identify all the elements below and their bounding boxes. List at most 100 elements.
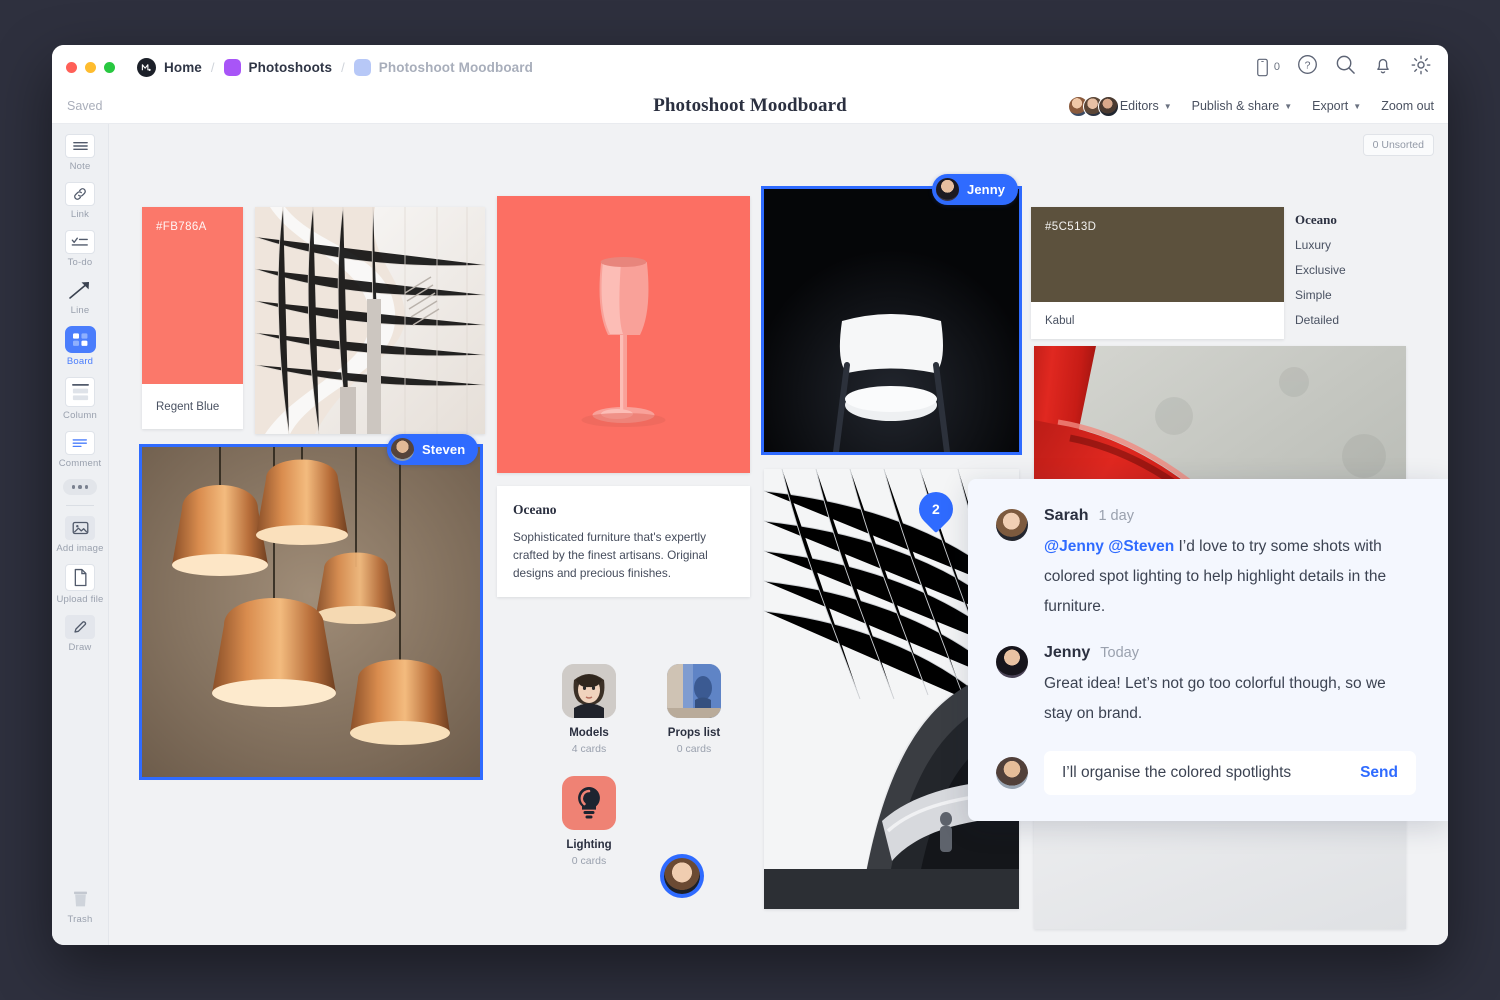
settings-gear-icon[interactable]	[1410, 54, 1432, 81]
publish-share-menu[interactable]: Publish & share ▼	[1192, 99, 1292, 113]
color-swatch-card-right[interactable]: #5C513D Kabul	[1031, 207, 1284, 339]
board-toolbar: Saved Photoshoot Moodboard Editors ▼ Pub…	[52, 89, 1448, 124]
maximize-window-button[interactable]	[104, 62, 115, 73]
sarah-avatar	[664, 858, 700, 894]
presence-pill-steven[interactable]: Steven	[387, 434, 478, 465]
todo-icon	[65, 230, 95, 254]
note-card-oceano[interactable]: Oceano Sophisticated furniture that's ex…	[497, 486, 750, 597]
tool-label: Draw	[69, 642, 92, 653]
breadcrumb-item-moodboard[interactable]: Photoshoot Moodboard	[354, 59, 533, 76]
purple-swatch-icon	[224, 59, 241, 76]
tool-comment[interactable]: Comment	[52, 431, 108, 469]
folder-props-list[interactable]: Props list 0 cards	[644, 664, 744, 755]
window-controls[interactable]	[66, 62, 115, 73]
folder-name: Models	[539, 727, 639, 739]
cursor-avatar-sarah[interactable]	[660, 854, 704, 898]
breadcrumb-item-photoshoots[interactable]: Photoshoots	[224, 59, 333, 76]
sarah-avatar	[996, 509, 1028, 541]
export-label: Export	[1312, 99, 1348, 113]
comment-item: Jenny Today Great idea! Let’s not go too…	[996, 644, 1416, 729]
folder-count: 0 cards	[539, 855, 639, 867]
folder-count: 4 cards	[539, 743, 639, 755]
breadcrumb-item-home[interactable]: Home	[137, 58, 202, 77]
folder-lighting[interactable]: Lighting 0 cards	[539, 776, 639, 867]
keyword-item: Exclusive	[1295, 263, 1346, 277]
mobile-icon[interactable]: 0	[1255, 58, 1280, 77]
pencil-icon	[65, 615, 95, 639]
zoom-out-button[interactable]: Zoom out	[1381, 99, 1434, 113]
folder-name: Props list	[644, 727, 744, 739]
image-card-pink-goblet[interactable]	[497, 196, 750, 473]
comment-item: Sarah 1 day @Jenny @Steven I’d love to t…	[996, 507, 1416, 622]
close-window-button[interactable]	[66, 62, 77, 73]
send-button[interactable]: Send	[1348, 764, 1398, 782]
keyword-item: Simple	[1295, 288, 1346, 302]
presence-pill-jenny[interactable]: Jenny	[932, 174, 1018, 205]
tool-add-image[interactable]: Add image	[52, 516, 108, 554]
tool-more[interactable]	[52, 479, 108, 495]
image-card-architecture[interactable]	[255, 207, 485, 434]
window-titlebar: Home / Photoshoots / Photoshoot Moodboar…	[52, 45, 1448, 89]
note-body: Sophisticated furniture that's expertly …	[513, 528, 734, 582]
comment-reply-input[interactable]	[1062, 764, 1348, 782]
export-menu[interactable]: Export ▼	[1312, 99, 1361, 113]
tool-trash[interactable]: Trash	[52, 887, 108, 925]
image-card-black-chair[interactable]	[764, 189, 1019, 452]
breadcrumb-label-photoshoots: Photoshoots	[249, 60, 333, 75]
folder-thumbnail	[562, 776, 616, 830]
tool-note[interactable]: Note	[52, 134, 108, 172]
editors-label: Editors	[1120, 99, 1159, 113]
line-arrow-icon	[65, 278, 95, 302]
tool-draw[interactable]: Draw	[52, 615, 108, 653]
folder-thumbnail	[667, 664, 721, 718]
folder-models[interactable]: Models 4 cards	[539, 664, 639, 755]
file-icon	[65, 564, 95, 591]
comment-panel[interactable]: Sarah 1 day @Jenny @Steven I’d love to t…	[968, 479, 1448, 821]
tool-label: Line	[71, 305, 90, 316]
steven-avatar	[390, 437, 415, 462]
comment-header: Jenny Today	[1044, 644, 1416, 662]
tool-label: To-do	[68, 257, 93, 268]
avatar	[1098, 96, 1119, 117]
tool-todo[interactable]: To-do	[52, 230, 108, 268]
comment-mentions[interactable]: @Jenny @Steven	[1044, 538, 1174, 555]
note-icon	[65, 134, 95, 158]
publish-share-label: Publish & share	[1192, 99, 1280, 113]
comment-icon	[65, 431, 95, 455]
folder-count: 0 cards	[644, 743, 744, 755]
titlebar-actions: 0 ?	[1255, 45, 1432, 89]
tool-board[interactable]: Board	[52, 326, 108, 367]
board-icon	[65, 326, 96, 353]
color-swatch-card-left[interactable]: #FB786A Regent Blue	[142, 207, 243, 429]
comment-reply-box[interactable]: Send	[1044, 751, 1416, 795]
jenny-avatar	[935, 177, 960, 202]
minimize-window-button[interactable]	[85, 62, 96, 73]
tool-label: Board	[67, 356, 93, 367]
tool-column[interactable]: Column	[52, 377, 108, 421]
keyword-list[interactable]: Oceano Luxury Exclusive Simple Detailed	[1295, 212, 1346, 338]
breadcrumb: Home / Photoshoots / Photoshoot Moodboar…	[137, 58, 533, 77]
chevron-down-icon: ▼	[1353, 102, 1361, 111]
image-icon	[65, 516, 95, 540]
unsorted-badge[interactable]: 0 Unsorted	[1363, 134, 1434, 156]
editors-menu[interactable]: Editors ▼	[1068, 96, 1172, 117]
tool-upload-file[interactable]: Upload file	[52, 564, 108, 605]
board-canvas[interactable]: 0 Unsorted #FB786A Regent Blue	[109, 124, 1448, 945]
milanote-mark-icon	[137, 58, 156, 77]
tool-link[interactable]: Link	[52, 182, 108, 220]
swatch-hex-value: #5C513D	[1045, 221, 1096, 233]
image-card-pendant-lamps[interactable]	[142, 447, 480, 777]
notifications-bell-icon[interactable]	[1373, 54, 1393, 80]
jenny-avatar	[996, 646, 1028, 678]
comment-header: Sarah 1 day	[1044, 507, 1416, 525]
help-icon[interactable]: ?	[1297, 54, 1318, 80]
swatch-name: Regent Blue	[142, 384, 243, 429]
breadcrumb-label-home: Home	[164, 60, 202, 75]
note-title: Oceano	[513, 502, 734, 518]
search-icon[interactable]	[1335, 54, 1356, 80]
folder-thumbnail	[562, 664, 616, 718]
tool-line[interactable]: Line	[52, 278, 108, 316]
editor-avatars	[1068, 96, 1119, 117]
tool-sidebar: Note Link To-do Line	[52, 124, 109, 945]
keyword-item: Detailed	[1295, 313, 1346, 327]
